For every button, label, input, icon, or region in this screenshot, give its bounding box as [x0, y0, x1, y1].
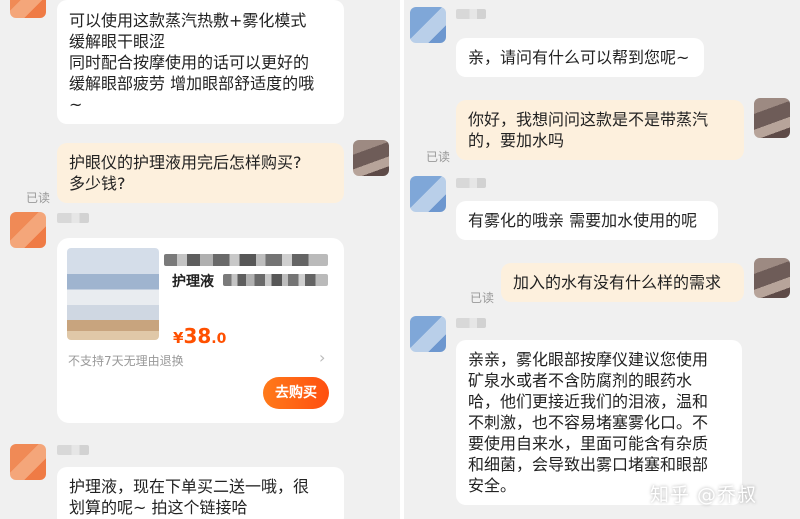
product-card[interactable]: 护理液 ¥38.0 不支持7天无理由退换 › 去购买 [57, 238, 344, 423]
return-policy-note: 不支持7天无理由退换 [68, 354, 184, 368]
product-name-blurred [164, 254, 328, 266]
agent-name [57, 445, 89, 455]
user-message: 你好，我想问问这款是不是带蒸汽 的，要加水吗 [456, 100, 744, 160]
agent-message: 有雾化的哦亲 需要加水使用的呢 [456, 201, 718, 240]
read-receipt: 已读 [470, 291, 495, 305]
chat-panel-right: 亲，请问有什么可以帮到您呢~ 你好，我想问问这款是不是带蒸汽 的，要加水吗 已读… [404, 0, 800, 519]
agent-avatar [410, 7, 446, 43]
price-decimal: .0 [211, 331, 227, 347]
agent-avatar [10, 0, 46, 18]
agent-avatar [10, 212, 46, 248]
user-message: 护眼仪的护理液用完后怎样购买? 多少钱? [57, 143, 344, 203]
user-avatar [353, 140, 389, 176]
buy-button[interactable]: 去购买 [263, 377, 329, 409]
agent-avatar [410, 176, 446, 212]
agent-name [456, 318, 486, 328]
user-avatar [754, 258, 790, 298]
product-price: ¥38.0 [173, 324, 226, 348]
agent-name [456, 178, 486, 188]
agent-name [57, 213, 89, 223]
watermark: 知乎 @乔叔 [650, 484, 758, 506]
read-receipt: 已读 [26, 191, 51, 205]
chevron-right-icon[interactable]: › [319, 348, 325, 367]
agent-name [456, 9, 486, 19]
chat-panel-left: 可以使用这款蒸汽热敷+雾化模式 缓解眼干眼涩 同时配合按摩使用的话可以更好的 缓… [0, 0, 400, 519]
user-message: 加入的水有没有什么样的需求 [501, 263, 744, 302]
product-desc-blurred [223, 274, 328, 286]
product-image [67, 248, 159, 340]
product-title: 护理液 [172, 274, 214, 290]
agent-message: 护理液，现在下单买二送一哦，很 划算的呢~ 拍这个链接哈 [57, 467, 344, 519]
agent-message: 可以使用这款蒸汽热敷+雾化模式 缓解眼干眼涩 同时配合按摩使用的话可以更好的 缓… [57, 0, 344, 124]
agent-avatar [10, 444, 46, 480]
agent-message: 亲，请问有什么可以帮到您呢~ [456, 38, 704, 77]
read-receipt: 已读 [426, 150, 451, 164]
price-integer: 38 [183, 324, 212, 348]
price-symbol: ¥ [173, 329, 184, 347]
agent-avatar [410, 316, 446, 352]
user-avatar [754, 98, 790, 138]
